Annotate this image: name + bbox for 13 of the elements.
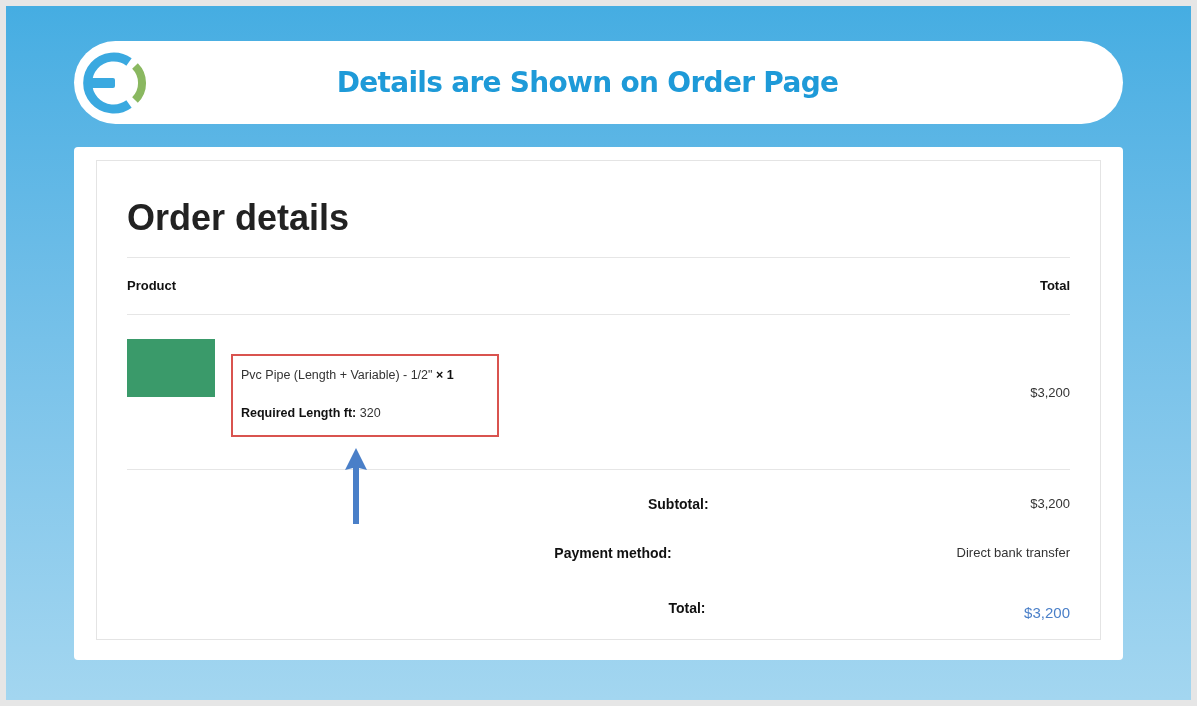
product-meta: Required Length ft: 320 xyxy=(241,405,382,423)
summary-value: $3,200 xyxy=(1030,495,1070,513)
summary-label: Subtotal: xyxy=(646,495,709,514)
summary-label: Payment method: xyxy=(553,544,672,563)
summary-label: Total: xyxy=(667,599,706,618)
banner-title: Details are Shown on Order Page xyxy=(335,64,840,101)
summary-value: Direct bank transfer xyxy=(956,544,1070,562)
summary-value: $3,200 xyxy=(1024,603,1070,623)
product-name: Pvc Pipe (Length + Variable) - 1/2" × 1 xyxy=(241,366,455,384)
line-total: $3,200 xyxy=(1030,383,1070,402)
order-heading: Order details xyxy=(127,161,1070,258)
column-header: Product xyxy=(127,277,177,295)
column-header: Total xyxy=(1039,277,1070,295)
